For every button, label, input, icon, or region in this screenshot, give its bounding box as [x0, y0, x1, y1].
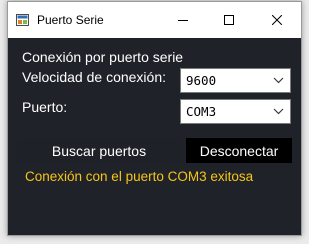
chevron-down-icon [273, 77, 284, 84]
form-client-area: Conexión por puerto serie Velocidad de c… [8, 38, 301, 235]
close-icon [271, 15, 282, 25]
minimize-icon [178, 20, 188, 21]
close-button[interactable] [252, 2, 301, 38]
maximize-icon [224, 15, 234, 25]
form-heading: Conexión por puerto serie [22, 49, 184, 65]
serial-app-icon [16, 14, 29, 26]
maximize-button[interactable] [206, 2, 252, 38]
port-select[interactable]: COM3 [180, 99, 291, 124]
minimize-button[interactable] [160, 2, 206, 38]
disconnect-button[interactable]: Desconectar [186, 138, 292, 163]
desktop-background: Puerto Serie Conexión por puerto serie V… [0, 0, 309, 244]
speed-select[interactable]: 9600 [180, 68, 291, 93]
status-message: Conexión con el puerto COM3 exitosa [25, 169, 254, 184]
port-select-value: COM3 [186, 104, 217, 119]
title-bar[interactable]: Puerto Serie [8, 2, 301, 38]
search-ports-button[interactable]: Buscar puertos [17, 138, 181, 163]
speed-label: Velocidad de conexión: [22, 69, 166, 85]
speed-select-value: 9600 [186, 73, 217, 88]
port-label: Puerto: [22, 99, 68, 115]
window-title: Puerto Serie [37, 13, 104, 27]
app-window: Puerto Serie Conexión por puerto serie V… [7, 1, 302, 236]
chevron-down-icon [273, 108, 284, 115]
